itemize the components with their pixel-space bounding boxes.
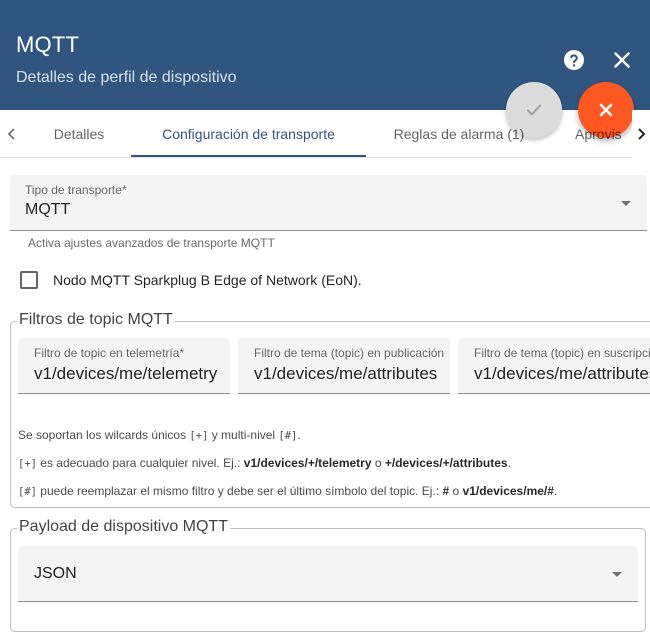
tab-scroll-left-button[interactable] <box>0 110 24 158</box>
info-code: [+] <box>189 430 209 442</box>
telemetry-topic-field[interactable]: Filtro de topic en telemetría* v1/device… <box>18 338 230 394</box>
payload-type-select[interactable]: JSON <box>18 546 638 602</box>
info-text: o <box>449 484 463 498</box>
active-tab-indicator <box>131 155 366 157</box>
tab-transport-config[interactable]: Configuración de transporte <box>131 110 366 158</box>
chevron-down-icon <box>612 572 622 577</box>
help-icon[interactable] <box>562 48 586 72</box>
info-text: o <box>371 456 385 470</box>
attr-publish-topic-field[interactable]: Filtro de tema (topic) en publicación de… <box>238 338 450 394</box>
info-code: [+] <box>18 458 37 470</box>
tab-provisioning[interactable]: Aprovis <box>575 110 631 158</box>
info-text: . <box>553 484 558 498</box>
dialog-title: MQTT <box>16 32 80 57</box>
info-text: puede reemplazar el mismo filtro y debe … <box>36 484 443 498</box>
attr-publish-topic-label: Filtro de tema (topic) en publicación de… <box>254 346 444 360</box>
chevron-down-icon <box>621 201 631 206</box>
info-text: . <box>297 428 301 442</box>
tab-alarm-rules[interactable]: Reglas de alarma (1) <box>376 110 542 158</box>
info-code: [#] <box>278 430 298 442</box>
wildcard-info-line-1: Se soportan los wilcards únicos [+] y mu… <box>18 428 301 442</box>
tab-scroll-right-button[interactable] <box>632 110 650 158</box>
transport-hint: Activa ajustes avanzados de transporte M… <box>28 236 275 250</box>
tab-details[interactable]: Detalles <box>36 110 122 158</box>
payload-type-value: JSON <box>34 565 77 582</box>
info-text: Se soportan los wilcards únicos <box>18 428 190 442</box>
telemetry-topic-label: Filtro de topic en telemetría* <box>34 346 185 360</box>
transport-type-value: MQTT <box>25 201 71 218</box>
topic-filters-legend: Filtros de topic MQTT <box>17 311 175 329</box>
info-text: y multi-nivel <box>208 428 279 442</box>
transport-type-select[interactable]: Tipo de transporte* MQTT <box>10 175 647 231</box>
info-example: v1/devices/me/# <box>462 484 554 498</box>
transport-type-label: Tipo de transporte* <box>25 183 127 197</box>
close-icon[interactable] <box>610 48 634 72</box>
payload-legend: Payload de dispositivo MQTT <box>17 518 230 536</box>
info-text: es adecuado para cualquier nivel. Ej.: <box>36 456 244 470</box>
wildcard-info-line-3: [#] puede reemplazar el mismo filtro y d… <box>18 484 557 498</box>
info-code: [#] <box>18 486 37 498</box>
sparkplug-label[interactable]: Nodo MQTT Sparkplug B Edge of Network (E… <box>53 272 362 288</box>
sparkplug-checkbox[interactable] <box>20 271 38 289</box>
wildcard-info-line-2: [+] es adecuado para cualquier nivel. Ej… <box>18 456 511 470</box>
info-example: +/devices/+/attributes <box>384 456 508 470</box>
info-text: . <box>507 456 511 470</box>
chevron-left-icon <box>7 128 15 140</box>
attr-subscribe-topic-input[interactable]: v1/devices/me/attributes <box>474 364 650 384</box>
attr-subscribe-topic-label: Filtro de tema (topic) en suscripción de… <box>474 346 650 360</box>
attr-subscribe-topic-field[interactable]: Filtro de tema (topic) en suscripción de… <box>458 338 650 394</box>
info-example: v1/devices/+/telemetry <box>243 456 372 470</box>
telemetry-topic-input[interactable]: v1/devices/me/telemetry <box>34 364 222 384</box>
tab-bar: Detalles Configuración de transporte Reg… <box>0 110 650 158</box>
chevron-right-icon <box>638 128 646 140</box>
dialog-subtitle: Detalles de perfil de dispositivo <box>16 69 237 86</box>
attr-publish-topic-input[interactable]: v1/devices/me/attributes <box>254 364 442 384</box>
